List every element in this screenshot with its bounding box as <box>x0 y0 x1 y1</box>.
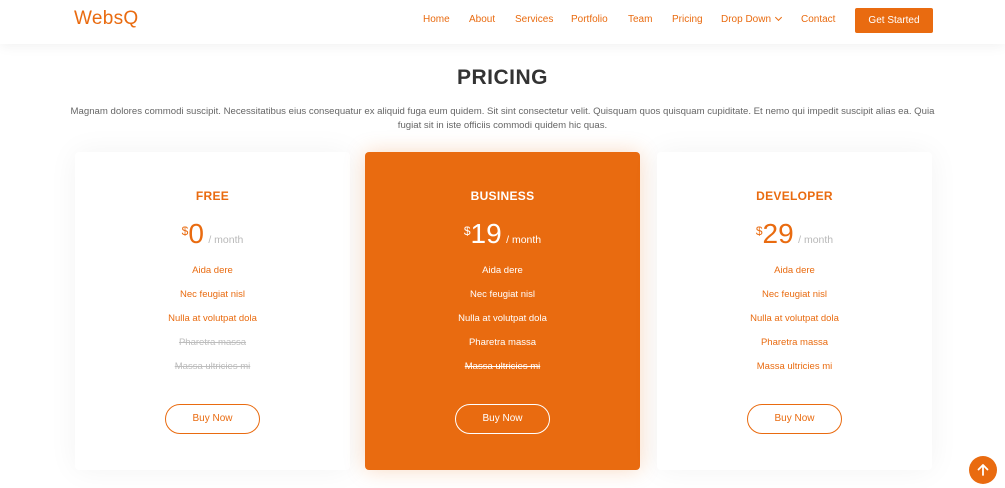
currency-symbol: $ <box>755 224 763 238</box>
buy-now-button[interactable]: Buy Now <box>747 404 842 434</box>
nav-pricing[interactable]: Pricing <box>672 14 703 25</box>
feature-item: Massa ultricies mi <box>756 361 833 372</box>
feature-item: Aida dere <box>482 265 523 276</box>
currency-symbol: $ <box>181 224 189 238</box>
back-to-top-button[interactable] <box>969 456 997 484</box>
pricing-card-developer: DEVELOPER $29 / month Aida dere Nec feug… <box>657 152 932 470</box>
arrow-up-icon <box>977 464 989 476</box>
plan-name: DEVELOPER <box>756 189 833 203</box>
plan-price: $0 / month <box>75 218 350 250</box>
feature-item: Pharetra massa <box>760 337 829 348</box>
feature-item: Aida dere <box>774 265 815 276</box>
feature-list: Aida dere Nec feugiat nisl Nulla at volu… <box>75 264 350 384</box>
feature-item: Nec feugiat nisl <box>470 289 535 300</box>
feature-item-unavailable: Massa ultricies mi <box>464 361 541 372</box>
nav-portfolio[interactable]: Portfolio <box>571 14 608 25</box>
feature-item: Nulla at volutpat dola <box>750 313 839 324</box>
plan-name: FREE <box>195 189 230 203</box>
feature-item: Nulla at volutpat dola <box>168 313 257 324</box>
price-amount: 29 <box>762 218 794 249</box>
price-period: / month <box>798 234 834 246</box>
chevron-down-icon <box>774 13 783 22</box>
nav-about[interactable]: About <box>469 14 495 25</box>
nav-services[interactable]: Services <box>515 14 553 25</box>
nav-dropdown[interactable]: Drop Down <box>721 13 783 25</box>
buy-now-button[interactable]: Buy Now <box>455 404 550 434</box>
price-period: / month <box>208 234 244 246</box>
price-amount: 0 <box>188 218 204 249</box>
pricing-card-free: FREE $0 / month Aida dere Nec feugiat ni… <box>75 152 350 470</box>
currency-symbol: $ <box>463 224 471 238</box>
feature-item: Nec feugiat nisl <box>762 289 827 300</box>
feature-item: Pharetra massa <box>468 337 537 348</box>
plan-name: BUSINESS <box>470 189 535 203</box>
feature-item: Nulla at volutpat dola <box>458 313 547 324</box>
feature-item: Nec feugiat nisl <box>180 289 245 300</box>
price-period: / month <box>506 234 542 246</box>
get-started-button[interactable]: Get Started <box>855 8 933 33</box>
nav-team[interactable]: Team <box>628 14 652 25</box>
feature-list: Aida dere Nec feugiat nisl Nulla at volu… <box>657 264 932 384</box>
section-description: Magnam dolores commodi suscipit. Necessi… <box>70 106 935 131</box>
plan-price: $19 / month <box>365 218 640 250</box>
feature-item-unavailable: Pharetra massa <box>178 337 247 348</box>
plan-price: $29 / month <box>657 218 932 250</box>
nav-home[interactable]: Home <box>423 14 450 25</box>
nav-contact[interactable]: Contact <box>801 14 835 25</box>
section-title: PRICING <box>456 66 548 89</box>
site-header: WebsQ Home About Services Portfolio Team… <box>0 0 1005 44</box>
price-amount: 19 <box>470 218 502 249</box>
buy-now-button[interactable]: Buy Now <box>165 404 260 434</box>
pricing-card-business: BUSINESS $19 / month Aida dere Nec feugi… <box>365 152 640 470</box>
feature-item: Aida dere <box>192 265 233 276</box>
feature-list: Aida dere Nec feugiat nisl Nulla at volu… <box>365 264 640 384</box>
nav-dropdown-label: Drop Down <box>721 14 772 25</box>
feature-item-unavailable: Massa ultricies mi <box>174 361 251 372</box>
